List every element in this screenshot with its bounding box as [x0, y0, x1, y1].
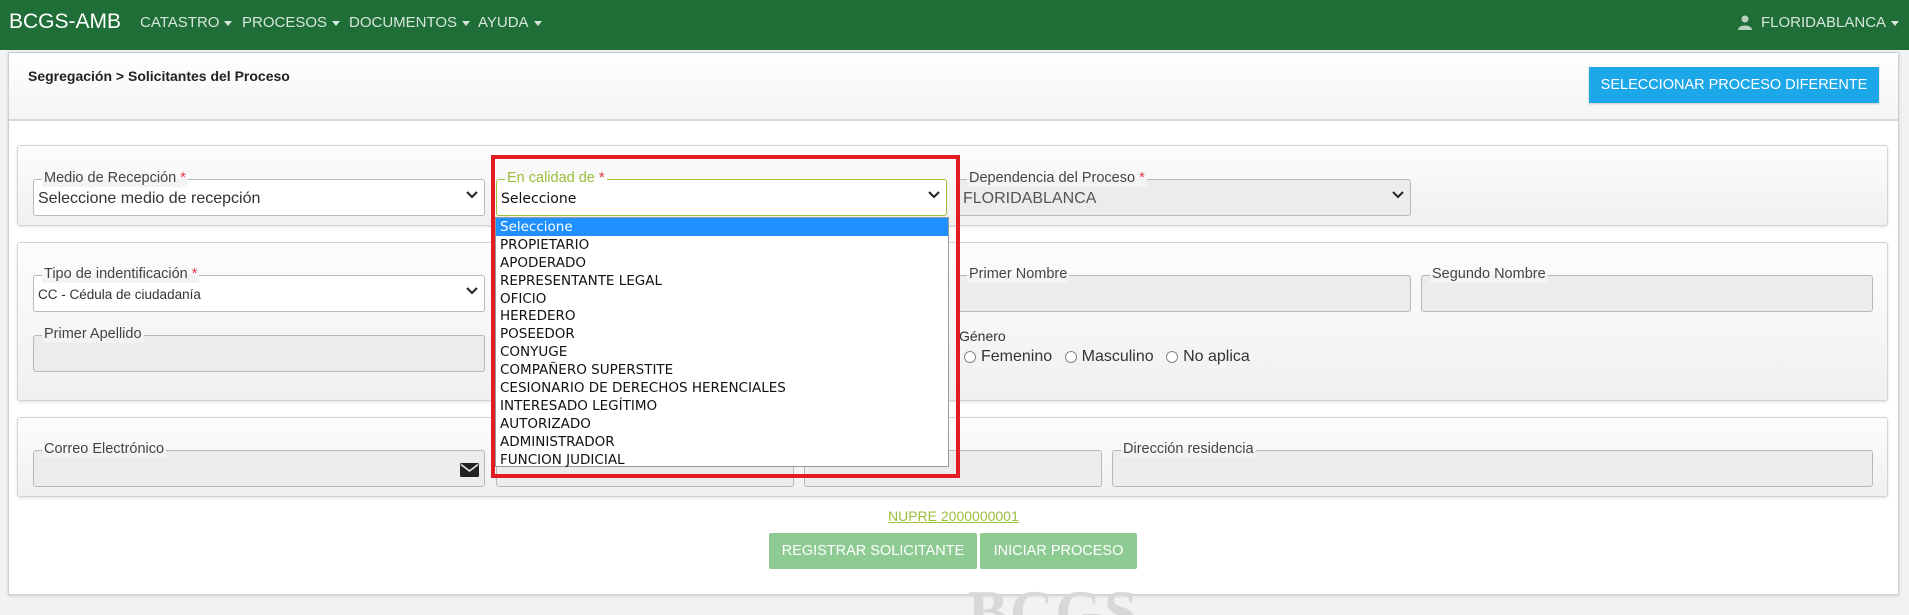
radio-femenino[interactable]: Femenino: [964, 348, 1052, 366]
en-calidad-de-label: En calidad de *: [505, 170, 607, 187]
menu-catastro-label: CATASTRO: [140, 14, 220, 31]
select-different-process-button[interactable]: SELECCIONAR PROCESO DIFERENTE: [1589, 67, 1879, 103]
menu-documentos-label: DOCUMENTOS: [349, 14, 458, 31]
caret-down-icon: [224, 21, 233, 26]
menu-documentos[interactable]: DOCUMENTOS: [349, 14, 471, 31]
caret-down-icon: [462, 21, 471, 26]
menu-procesos[interactable]: PROCESOS: [242, 14, 341, 31]
segundo-nombre-label: Segundo Nombre: [1430, 266, 1548, 283]
required-mark: *: [598, 170, 605, 186]
genero-label: Género: [959, 328, 1006, 344]
tipo-identificacion-select[interactable]: Tipo de indentificación * CC - Cédula de…: [33, 266, 485, 312]
chevron-down-icon: [1392, 191, 1404, 199]
dropdown-option[interactable]: ADMINISTRADOR: [496, 433, 948, 451]
menu-procesos-label: PROCESOS: [242, 14, 328, 31]
iniciar-proceso-button[interactable]: INICIAR PROCESO: [980, 533, 1137, 569]
primer-nombre-field[interactable]: Primer Nombre: [958, 266, 1411, 312]
tipo-identificacion-label: Tipo de indentificación *: [42, 266, 200, 283]
primer-apellido-field[interactable]: Primer Apellido: [33, 326, 485, 372]
breadcrumb: Segregación > Solicitantes del Proceso: [28, 68, 290, 84]
radio-no-aplica[interactable]: No aplica: [1166, 348, 1250, 366]
radio-femenino-label: Femenino: [981, 348, 1053, 365]
dropdown-option[interactable]: PROPIETARIO: [496, 236, 948, 254]
en-calidad-de-dropdown-list[interactable]: Seleccione PROPIETARIO APODERADO REPRESE…: [495, 217, 949, 469]
bcgs-watermark-text: BCGS: [968, 588, 1139, 615]
radio-circle[interactable]: [1064, 351, 1077, 363]
dependencia-proceso-select[interactable]: Dependencia del Proceso * FLORIDABLANCA: [958, 170, 1411, 216]
caret-down-icon: [1891, 21, 1900, 26]
bcgs-watermark: BCGS: [968, 588, 1139, 615]
required-mark: *: [191, 266, 198, 282]
caret-down-icon: [332, 21, 341, 26]
dropdown-option[interactable]: APODERADO: [496, 254, 948, 272]
chevron-down-icon: [466, 287, 478, 295]
direccion-residencia-label: Dirección residencia: [1121, 441, 1256, 458]
correo-electronico-label: Correo Electrónico: [42, 441, 167, 458]
required-mark: *: [180, 170, 186, 186]
dropdown-option[interactable]: POSEEDOR: [496, 325, 948, 343]
en-calidad-de-select[interactable]: En calidad de * Seleccione: [496, 170, 947, 216]
dropdown-option[interactable]: Seleccione: [496, 218, 948, 236]
tipo-identificacion-label-text: Tipo de indentificación: [44, 266, 188, 282]
caret-down-icon: [533, 21, 542, 26]
dropdown-option[interactable]: COMPAÑERO SUPERSTITE: [496, 361, 948, 379]
radio-masculino-label: Masculino: [1081, 348, 1154, 365]
dropdown-option[interactable]: CONYUGE: [496, 343, 948, 361]
primer-apellido-label: Primer Apellido: [42, 326, 144, 343]
direccion-residencia-field[interactable]: Dirección residencia: [1112, 441, 1873, 487]
required-mark: *: [1139, 170, 1145, 186]
nupre-link[interactable]: NUPRE 2000000001: [888, 508, 1019, 524]
dropdown-option[interactable]: CESIONARIO DE DERECHOS HERENCIALES: [496, 379, 948, 397]
dropdown-option[interactable]: HEREDERO: [496, 307, 948, 325]
top-navbar: BCGS-AMB CATASTRO PROCESOS DOCUMENTOS AY…: [0, 0, 1909, 50]
user-icon: [1738, 15, 1752, 30]
primer-nombre-label: Primer Nombre: [967, 266, 1070, 283]
radio-no-aplica-label: No aplica: [1183, 348, 1250, 365]
segundo-nombre-field[interactable]: Segundo Nombre: [1421, 266, 1873, 312]
user-menu[interactable]: FLORIDABLANCA: [1738, 14, 1900, 31]
dropdown-option[interactable]: AUTORIZADO: [496, 415, 948, 433]
genero-radio-group: Femenino Masculino No aplica: [964, 348, 1258, 368]
dependencia-proceso-value: FLORIDABLANCA: [963, 190, 1097, 207]
chevron-down-icon: [928, 191, 940, 199]
dropdown-option[interactable]: REPRESENTANTE LEGAL: [496, 272, 948, 290]
dropdown-option[interactable]: OFICIO: [496, 290, 948, 308]
user-name: FLORIDABLANCA: [1761, 14, 1887, 31]
correo-electronico-field[interactable]: Correo Electrónico: [33, 441, 485, 487]
chevron-down-icon: [466, 191, 478, 199]
process-header: Segregación > Solicitantes del Proceso S…: [9, 53, 1898, 121]
registrar-solicitante-button[interactable]: REGISTRAR SOLICITANTE: [769, 533, 977, 569]
radio-circle[interactable]: [964, 351, 976, 363]
tipo-identificacion-value: CC - Cédula de ciudadanía: [38, 287, 201, 302]
medio-recepcion-value: Seleccione medio de recepción: [38, 190, 261, 207]
en-calidad-de-label-text: En calidad de: [507, 170, 595, 186]
dropdown-option[interactable]: INTERESADO LEGÍTIMO: [496, 397, 948, 415]
dropdown-option[interactable]: FUNCION JUDICIAL: [496, 451, 948, 469]
dependencia-proceso-label: Dependencia del Proceso *: [967, 170, 1147, 187]
brand-logo[interactable]: BCGS-AMB: [9, 10, 121, 34]
menu-ayuda-label: AYUDA: [478, 14, 529, 31]
menu-ayuda[interactable]: AYUDA: [478, 14, 542, 31]
radio-masculino[interactable]: Masculino: [1064, 348, 1154, 366]
en-calidad-de-value: Seleccione: [501, 191, 577, 207]
radio-circle[interactable]: [1166, 351, 1179, 363]
medio-recepcion-label-text: Medio de Recepción: [44, 170, 177, 186]
menu-catastro[interactable]: CATASTRO: [140, 14, 233, 31]
medio-recepcion-label: Medio de Recepción *: [42, 170, 188, 187]
medio-recepcion-select[interactable]: Medio de Recepción * Seleccione medio de…: [33, 170, 485, 216]
dependencia-proceso-label-text: Dependencia del Proceso: [969, 170, 1136, 186]
envelope-icon: [460, 463, 479, 477]
